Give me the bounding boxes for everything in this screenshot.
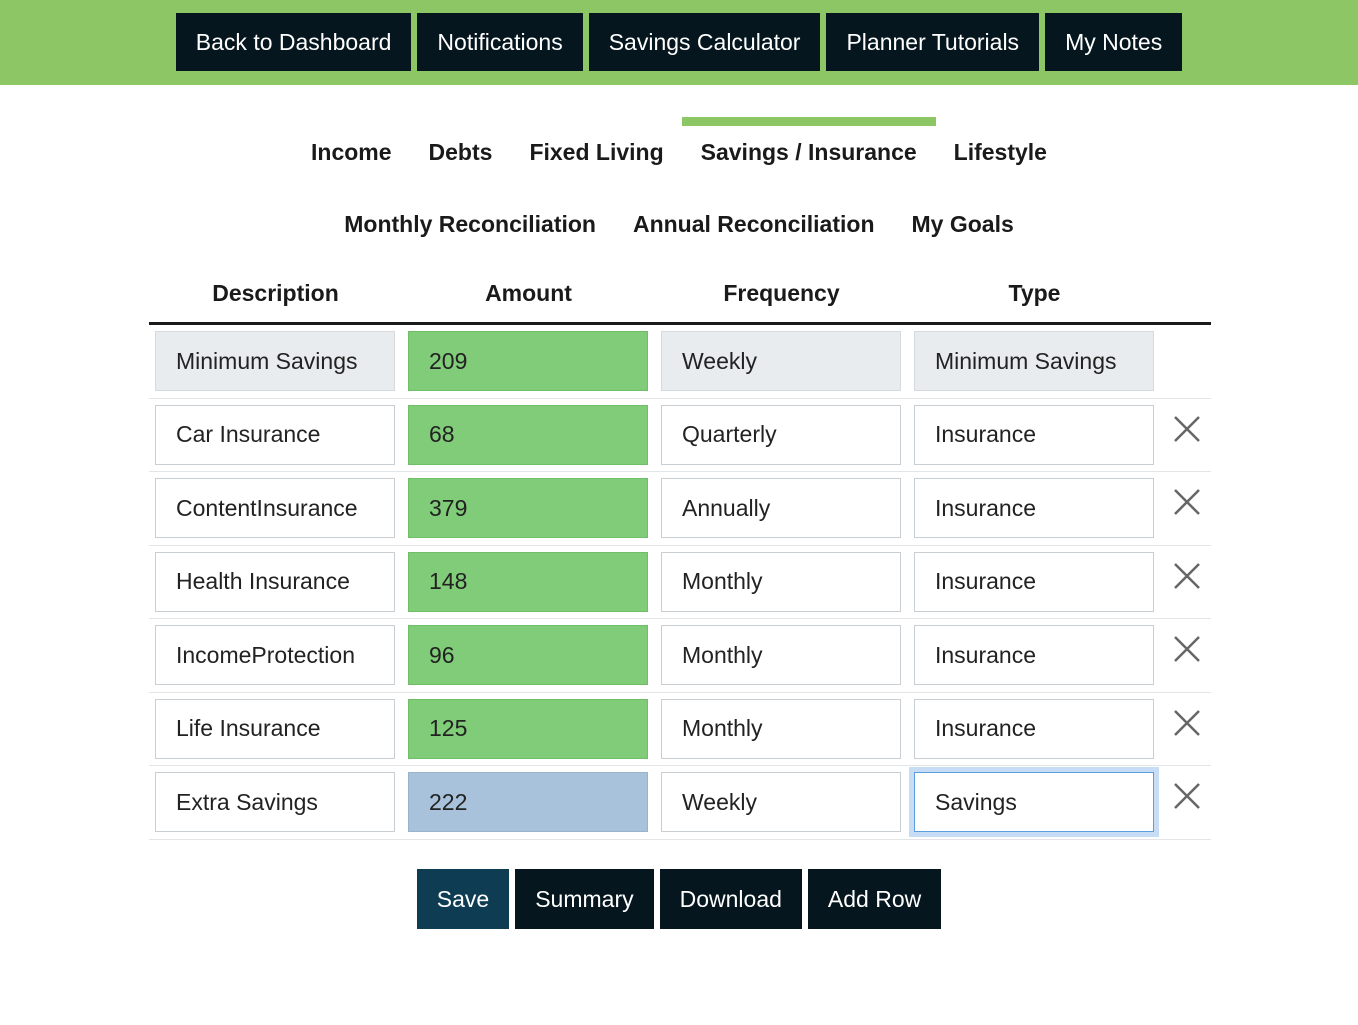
header-frequency: Frequency xyxy=(723,280,840,306)
description-field[interactable]: Health Insurance xyxy=(155,551,395,612)
delete-row-button[interactable] xyxy=(1167,556,1207,596)
close-icon xyxy=(1174,415,1200,442)
type-select[interactable]: Savings xyxy=(909,767,1159,838)
table-row: ContentInsurance 379 Annually Insurance xyxy=(149,472,1211,546)
description-field: Minimum Savings xyxy=(155,331,395,392)
download-button[interactable]: Download xyxy=(659,869,802,929)
tab-savings-insurance[interactable]: Savings / Insurance xyxy=(681,117,936,189)
amount-field[interactable]: 379 xyxy=(408,478,648,539)
tab-fixed-living[interactable]: Fixed Living xyxy=(529,117,663,189)
type-select[interactable]: Insurance xyxy=(914,478,1154,539)
type-select[interactable]: Insurance xyxy=(914,404,1154,465)
frequency-select[interactable]: Weekly xyxy=(661,772,901,833)
tab-annual-reconciliation[interactable]: Annual Reconciliation xyxy=(633,189,875,263)
table-row: Car Insurance 68 Quarterly Insurance xyxy=(149,399,1211,472)
action-buttons: Save Summary Download Add Row xyxy=(0,869,1358,929)
amount-field[interactable]: 209 xyxy=(408,331,648,392)
header-description: Description xyxy=(212,280,339,306)
description-field[interactable]: Extra Savings xyxy=(155,772,395,833)
frequency-select: Weekly xyxy=(661,331,901,392)
tab-monthly-reconciliation[interactable]: Monthly Reconciliation xyxy=(344,189,596,263)
type-select[interactable]: Insurance xyxy=(914,625,1154,686)
table-row: IncomeProtection 96 Monthly Insurance xyxy=(149,619,1211,693)
tab-income[interactable]: Income xyxy=(311,117,392,189)
delete-row-button[interactable] xyxy=(1167,776,1207,816)
planner-tutorials-button[interactable]: Planner Tutorials xyxy=(826,13,1040,71)
header-type: Type xyxy=(1008,280,1061,306)
delete-row-button[interactable] xyxy=(1167,482,1207,522)
tab-debts[interactable]: Debts xyxy=(429,117,493,189)
delete-row-button[interactable] xyxy=(1167,703,1207,743)
frequency-select[interactable]: Annually xyxy=(661,478,901,539)
frequency-select[interactable]: Quarterly xyxy=(661,404,901,465)
add-row-button[interactable]: Add Row xyxy=(807,869,942,929)
delete-row-button[interactable] xyxy=(1167,629,1207,669)
description-field[interactable]: Car Insurance xyxy=(155,404,395,465)
amount-field[interactable]: 148 xyxy=(408,551,648,612)
description-field[interactable]: IncomeProtection xyxy=(155,625,395,686)
table-row: Extra Savings 222 Weekly Savings xyxy=(149,766,1211,840)
delete-row-button[interactable] xyxy=(1167,409,1207,449)
close-icon xyxy=(1174,783,1200,810)
close-icon xyxy=(1174,709,1200,736)
type-select[interactable]: Insurance xyxy=(914,698,1154,759)
description-field[interactable]: ContentInsurance xyxy=(155,478,395,539)
close-icon xyxy=(1174,636,1200,663)
type-select[interactable]: Insurance xyxy=(914,551,1154,612)
amount-field[interactable]: 68 xyxy=(408,404,648,465)
tab-lifestyle[interactable]: Lifestyle xyxy=(954,117,1047,189)
table-row: Minimum Savings 209 Weekly Minimum Savin… xyxy=(149,325,1211,399)
table-row: Life Insurance 125 Monthly Insurance xyxy=(149,693,1211,766)
my-notes-button[interactable]: My Notes xyxy=(1045,13,1183,71)
section-tabs-row-1: Income Debts Fixed Living Savings / Insu… xyxy=(0,117,1358,189)
notifications-button[interactable]: Notifications xyxy=(417,13,583,71)
back-to-dashboard-button[interactable]: Back to Dashboard xyxy=(175,13,412,71)
amount-field[interactable]: 125 xyxy=(408,698,648,759)
summary-button[interactable]: Summary xyxy=(515,869,654,929)
frequency-select[interactable]: Monthly xyxy=(661,551,901,612)
close-icon xyxy=(1174,489,1200,516)
table-header: Description Amount Frequency Type xyxy=(149,270,1211,325)
section-tabs-row-2: Monthly Reconciliation Annual Reconcilia… xyxy=(0,189,1358,263)
amount-field[interactable]: 222 xyxy=(408,772,648,833)
tab-my-goals[interactable]: My Goals xyxy=(912,189,1014,263)
frequency-select[interactable]: Monthly xyxy=(661,625,901,686)
close-icon xyxy=(1174,562,1200,589)
top-navigation: Back to Dashboard Notifications Savings … xyxy=(0,0,1358,85)
table-row: Health Insurance 148 Monthly Insurance xyxy=(149,546,1211,619)
description-field[interactable]: Life Insurance xyxy=(155,698,395,759)
savings-calculator-button[interactable]: Savings Calculator xyxy=(588,13,821,71)
frequency-select[interactable]: Monthly xyxy=(661,698,901,759)
amount-field[interactable]: 96 xyxy=(408,625,648,686)
type-select: Minimum Savings xyxy=(914,331,1154,392)
header-amount: Amount xyxy=(485,280,572,306)
save-button[interactable]: Save xyxy=(416,869,510,929)
savings-table: Description Amount Frequency Type Minimu… xyxy=(149,270,1211,840)
